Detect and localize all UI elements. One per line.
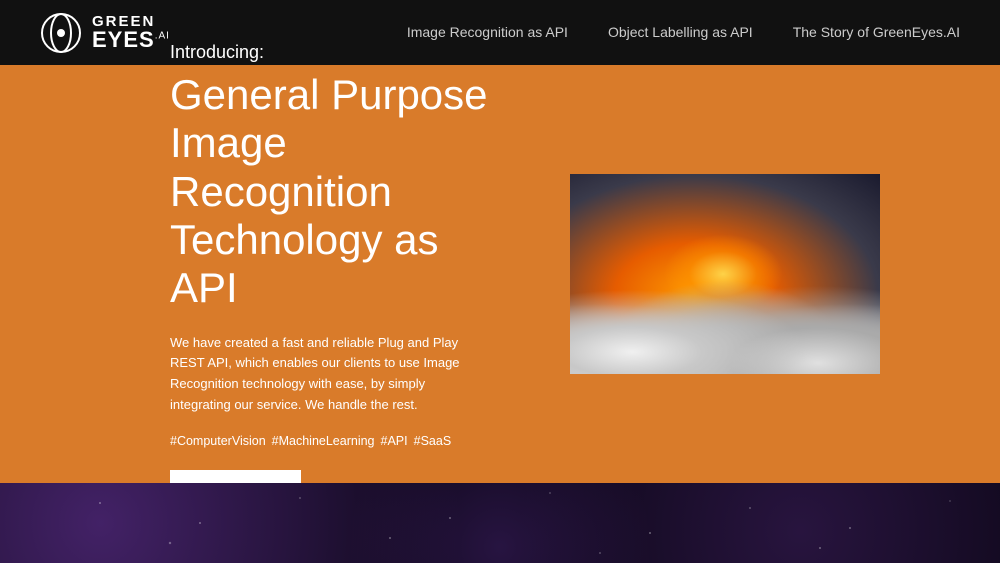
sky-background [570,174,880,374]
nav-item-image-recognition[interactable]: Image Recognition as API [407,24,568,42]
logo-eyes: EYES.AI [92,29,170,51]
hero-tags: #ComputerVision #MachineLearning #API #S… [170,434,510,448]
bottom-section [0,483,1000,563]
hero-intro: Introducing: [170,42,510,63]
nav-item-story[interactable]: The Story of GreenEyes.AI [793,24,960,42]
tag-saas[interactable]: #SaaS [414,434,452,448]
logo-icon [40,12,82,54]
nav-link-story[interactable]: The Story of GreenEyes.AI [793,24,960,40]
hero-title: General Purpose Image Recognition Techno… [170,71,510,312]
cloud-layer [570,264,880,374]
nav-link-object-labelling[interactable]: Object Labelling as API [608,24,753,40]
tag-machinelearning[interactable]: #MachineLearning [272,434,375,448]
stars-background [0,483,1000,563]
hero-description: We have created a fast and reliable Plug… [170,333,480,416]
hero-content: Introducing: General Purpose Image Recog… [170,42,510,506]
hero-image-wrapper [570,174,880,374]
tag-computervision[interactable]: #ComputerVision [170,434,266,448]
hero-image [570,174,880,374]
tag-api[interactable]: #API [381,434,408,448]
logo-text: GREEN EYES.AI [92,14,170,51]
nav-item-object-labelling[interactable]: Object Labelling as API [608,24,753,42]
logo[interactable]: GREEN EYES.AI [40,12,170,54]
nav-links: Image Recognition as API Object Labellin… [407,24,960,42]
nav-link-image-recognition[interactable]: Image Recognition as API [407,24,568,40]
hero-section: Introducing: General Purpose Image Recog… [0,65,1000,483]
